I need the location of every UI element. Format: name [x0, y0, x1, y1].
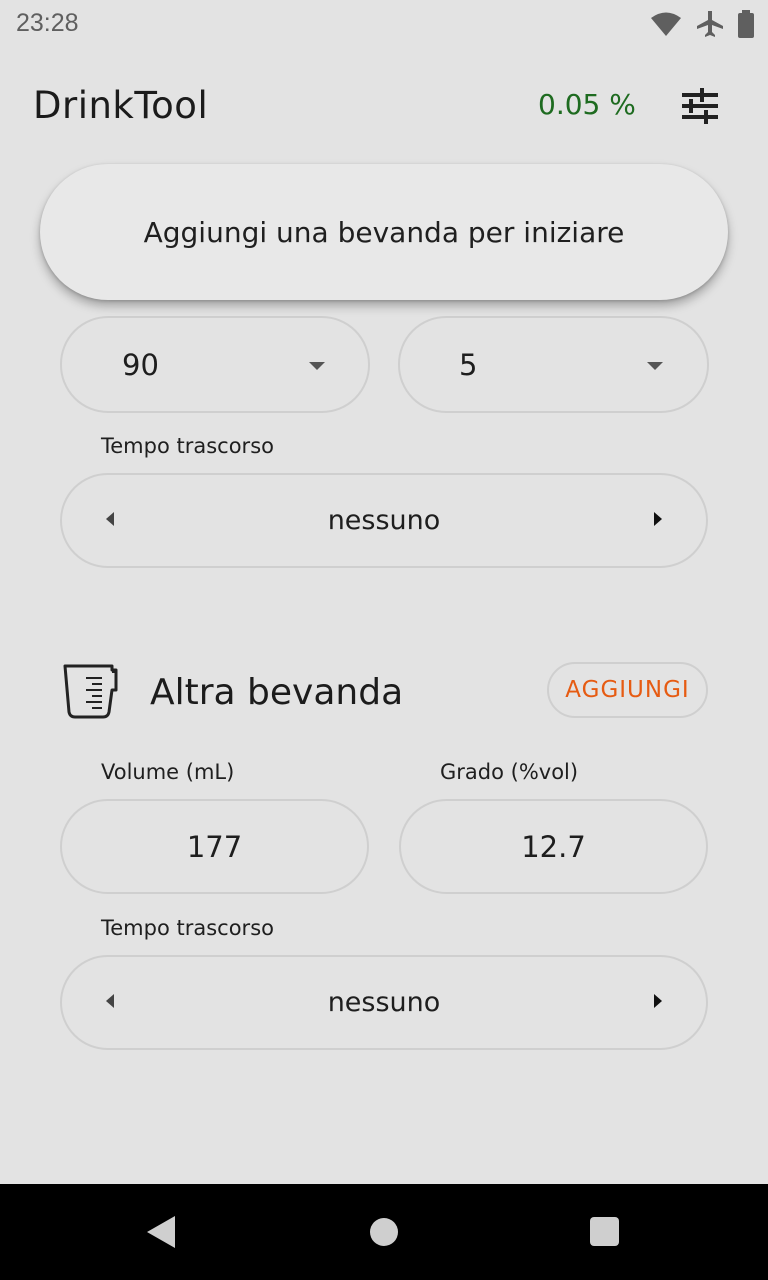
home-icon[interactable]	[370, 1218, 398, 1246]
time-elapsed-label-2: Tempo trascorso	[101, 916, 274, 940]
degree-dropdown-value: 5	[459, 347, 478, 382]
time-elapsed-value: nessuno	[327, 505, 441, 536]
start-banner: Aggiungi una bevanda per iniziare	[40, 164, 728, 300]
settings-button[interactable]	[676, 82, 724, 130]
degree-label: Grado (%vol)	[440, 760, 579, 784]
time-elapsed-label: Tempo trascorso	[101, 434, 274, 458]
airplane-icon	[697, 11, 723, 37]
tune-icon	[682, 88, 718, 124]
volume-label: Volume (mL)	[101, 760, 235, 784]
dropdown-arrow-icon	[647, 362, 663, 370]
time-elapsed-stepper[interactable]: nessuno	[60, 473, 708, 568]
volume-field[interactable]: 177	[60, 799, 369, 894]
volume-dropdown[interactable]: 90	[60, 316, 370, 413]
time-elapsed-value-2: nessuno	[327, 987, 441, 1018]
volume-dropdown-value: 90	[122, 347, 159, 382]
add-button[interactable]: AGGIUNGI	[547, 662, 708, 718]
back-icon[interactable]	[147, 1216, 175, 1248]
status-time: 23:28	[16, 9, 79, 37]
bac-value: 0.05 %	[538, 88, 636, 121]
battery-icon	[738, 10, 754, 38]
wifi-icon	[651, 12, 681, 36]
status-bar: 23:28	[0, 0, 768, 50]
other-drink-title: Altra bevanda	[150, 672, 404, 713]
increment-arrow-icon[interactable]	[654, 994, 662, 1008]
degree-dropdown[interactable]: 5	[398, 316, 709, 413]
degree-field[interactable]: 12.7	[399, 799, 708, 894]
volume-field-value: 177	[186, 829, 243, 864]
dropdown-arrow-icon	[309, 362, 325, 370]
time-elapsed-stepper-2[interactable]: nessuno	[60, 955, 708, 1050]
increment-arrow-icon[interactable]	[654, 512, 662, 526]
status-icons	[650, 10, 754, 38]
app-title: DrinkTool	[33, 84, 209, 127]
recents-icon[interactable]	[590, 1217, 619, 1246]
measuring-cup-icon	[62, 662, 118, 724]
degree-field-value: 12.7	[521, 829, 586, 864]
